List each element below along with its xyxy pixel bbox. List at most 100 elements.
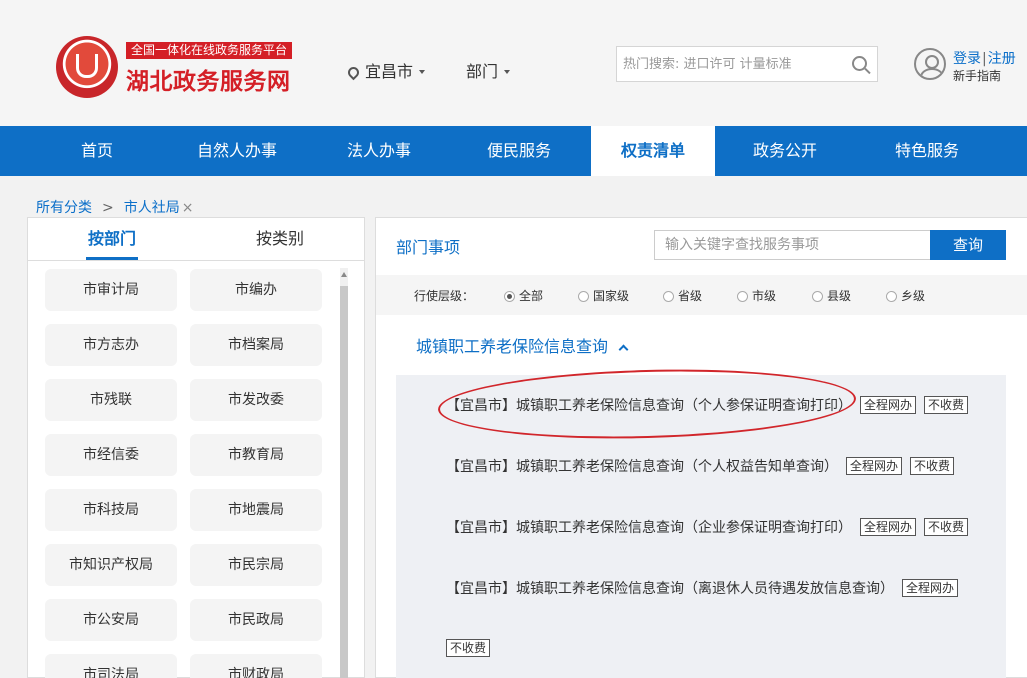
- tab-by-department[interactable]: 按部门: [28, 218, 196, 260]
- service-group-title: 城镇职工养老保险信息查询: [416, 337, 609, 356]
- scroll-up-arrow-icon[interactable]: [341, 272, 347, 277]
- service-item-link[interactable]: 【宜昌市】城镇职工养老保险信息查询（个人参保证明查询打印）: [446, 398, 852, 414]
- dept-button[interactable]: 市审计局: [45, 269, 177, 311]
- dept-button[interactable]: 市发改委: [190, 379, 322, 421]
- hot-search-input[interactable]: [617, 47, 837, 81]
- list-item: 【宜昌市】城镇职工养老保险信息查询（企业参保证明查询打印） 全程网办 不收费: [446, 517, 969, 537]
- level-radio-province[interactable]: 省级: [663, 287, 702, 304]
- dept-button[interactable]: 市民政局: [190, 599, 322, 641]
- level-radio-label: 国家级: [593, 289, 630, 303]
- dept-button[interactable]: 市教育局: [190, 434, 322, 476]
- level-radio-county[interactable]: 县级: [812, 287, 851, 304]
- user-avatar-icon[interactable]: [914, 48, 946, 80]
- level-radio-city[interactable]: 市级: [737, 287, 776, 304]
- dept-button[interactable]: 市经信委: [45, 434, 177, 476]
- list-item: 【宜昌市】城镇职工养老保险信息查询（个人参保证明查询打印） 全程网办 不收费: [446, 395, 969, 415]
- nav-item-gov-affairs[interactable]: 政务公开: [724, 126, 846, 176]
- dept-button[interactable]: 市残联: [45, 379, 177, 421]
- department-menu-label: 部门: [466, 62, 499, 81]
- platform-slogan: 全国一体化在线政务服务平台: [126, 42, 293, 59]
- free-tag: 不收费: [924, 396, 969, 414]
- list-item: 不收费: [438, 639, 491, 657]
- online-tag: 全程网办: [860, 396, 917, 414]
- level-filter-bar: 行使层级： 全部 国家级 省级 市级 县级 乡级: [376, 275, 1027, 315]
- chevron-up-icon: [618, 344, 629, 355]
- breadcrumb-current: 市人社局: [123, 200, 180, 216]
- level-radio-township[interactable]: 乡级: [886, 287, 925, 304]
- main-nav: 首页 自然人办事 法人办事 便民服务 权责清单 政务公开 特色服务: [0, 126, 1027, 176]
- radio-checked-icon: [504, 291, 515, 302]
- nav-item-special[interactable]: 特色服务: [866, 126, 988, 176]
- radio-icon: [812, 291, 823, 302]
- service-item-link[interactable]: 【宜昌市】城镇职工养老保险信息查询（企业参保证明查询打印）: [446, 520, 852, 536]
- level-radio-label: 市级: [752, 289, 777, 303]
- login-link[interactable]: 登录: [953, 51, 981, 67]
- logo-emblem-icon[interactable]: [56, 36, 118, 98]
- service-item-list: 【宜昌市】城镇职工养老保险信息查询（个人参保证明查询打印） 全程网办 不收费 【宜昌…: [396, 375, 1006, 678]
- list-item: 【宜昌市】城镇职工养老保险信息查询（个人权益告知单查询） 全程网办 不收费: [446, 456, 955, 476]
- dept-button[interactable]: 市民宗局: [190, 544, 322, 586]
- breadcrumb-root[interactable]: 所有分类: [36, 200, 92, 216]
- level-radio-label: 省级: [678, 289, 703, 303]
- register-link[interactable]: 注册: [988, 51, 1016, 67]
- online-tag: 全程网办: [860, 518, 917, 536]
- level-radio-label: 全部: [519, 289, 544, 303]
- service-item-link[interactable]: 【宜昌市】城镇职工养老保险信息查询（个人权益告知单查询）: [446, 459, 838, 475]
- department-scrollbar[interactable]: [340, 268, 348, 678]
- online-tag: 全程网办: [846, 457, 903, 475]
- dept-button[interactable]: 市方志办: [45, 324, 177, 366]
- search-icon[interactable]: [852, 56, 867, 71]
- beginner-guide-link[interactable]: 新手指南: [953, 67, 1001, 84]
- dept-button[interactable]: 市地震局: [190, 489, 322, 531]
- location-pin-icon: [345, 64, 362, 81]
- department-items-panel: 部门事项 查询 行使层级： 全部 国家级 省级 市级 县级 乡级 城镇职工养老保…: [375, 217, 1027, 678]
- service-item-link[interactable]: 【宜昌市】城镇职工养老保险信息查询（离退休人员待遇发放信息查询）: [446, 581, 894, 597]
- department-menu[interactable]: 部门: [466, 58, 511, 82]
- level-radio-label: 乡级: [901, 289, 926, 303]
- free-tag: 不收费: [924, 518, 969, 536]
- nav-item-convenience[interactable]: 便民服务: [458, 126, 580, 176]
- scrollbar-thumb[interactable]: [340, 286, 348, 678]
- keyword-search-input[interactable]: [655, 231, 925, 259]
- radio-icon: [886, 291, 897, 302]
- nav-item-legal-person[interactable]: 法人办事: [318, 126, 440, 176]
- query-button[interactable]: 查询: [930, 230, 1006, 260]
- keyword-search-box: [654, 230, 930, 260]
- auth-separator: |: [982, 51, 987, 67]
- tab-divider: [28, 260, 364, 261]
- radio-icon: [663, 291, 674, 302]
- panel-title: 部门事项: [396, 238, 461, 257]
- level-radio-national[interactable]: 国家级: [578, 287, 629, 304]
- dept-button[interactable]: 市知识产权局: [45, 544, 177, 586]
- free-tag: 不收费: [910, 457, 955, 475]
- breadcrumb-separator: >: [102, 200, 114, 216]
- dept-button[interactable]: 市司法局: [45, 654, 177, 678]
- chevron-down-icon: [419, 70, 426, 74]
- location-label: 宜昌市: [365, 62, 414, 81]
- nav-item-individual[interactable]: 自然人办事: [176, 126, 298, 176]
- tab-by-category[interactable]: 按类别: [196, 218, 364, 260]
- location-selector[interactable]: 宜昌市: [345, 58, 426, 82]
- dept-button[interactable]: 市档案局: [190, 324, 322, 366]
- breadcrumb: 所有分类 > 市人社局 ×: [36, 197, 193, 217]
- close-icon[interactable]: ×: [182, 200, 194, 216]
- nav-item-power-list[interactable]: 权责清单: [591, 126, 715, 176]
- category-panel: 按部门 按类别 市审计局 市编办 市方志办 市档案局 市残联 市发改委 市经信委…: [27, 217, 365, 678]
- nav-item-home[interactable]: 首页: [38, 126, 156, 176]
- free-tag: 不收费: [446, 639, 491, 657]
- level-radio-all[interactable]: 全部: [504, 287, 543, 304]
- radio-icon: [578, 291, 589, 302]
- radio-icon: [737, 291, 748, 302]
- site-header: 全国一体化在线政务服务平台 湖北政务服务网 宜昌市 部门 登录|注册 新手指南: [0, 0, 1027, 126]
- list-item: 【宜昌市】城镇职工养老保险信息查询（离退休人员待遇发放信息查询） 全程网办: [446, 578, 959, 598]
- dept-button[interactable]: 市科技局: [45, 489, 177, 531]
- service-group-toggle[interactable]: 城镇职工养老保险信息查询: [416, 333, 629, 357]
- online-tag: 全程网办: [902, 579, 959, 597]
- level-filter-label: 行使层级：: [414, 289, 475, 303]
- dept-button[interactable]: 市公安局: [45, 599, 177, 641]
- dept-button[interactable]: 市财政局: [190, 654, 322, 678]
- auth-links: 登录|注册: [953, 48, 1016, 68]
- site-name[interactable]: 湖北政务服务网: [126, 62, 291, 96]
- dept-button[interactable]: 市编办: [190, 269, 322, 311]
- level-radio-label: 县级: [827, 289, 852, 303]
